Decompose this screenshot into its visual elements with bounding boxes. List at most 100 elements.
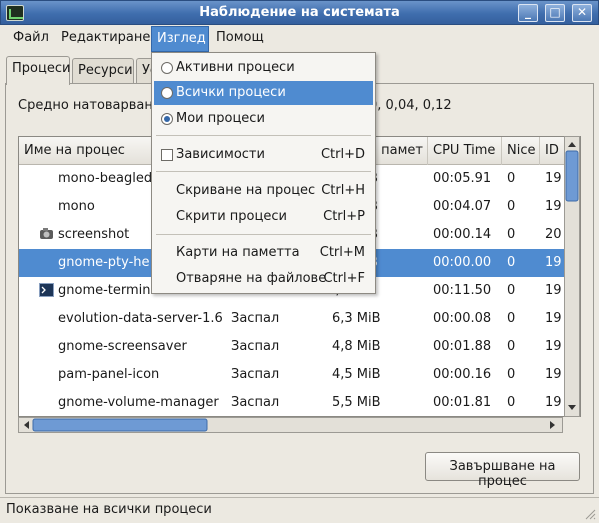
process-cpu-time: 00:01.88 — [433, 339, 492, 354]
menu-item-label: Скриване на процес — [176, 183, 316, 198]
process-id: 19 — [545, 199, 562, 214]
process-id: 19 — [545, 367, 562, 382]
process-id: 20 — [545, 227, 562, 242]
process-cpu-time: 00:00.08 — [433, 311, 492, 326]
menu-item-shortcut: Ctrl+P — [323, 209, 365, 224]
load-average-values: 0, 0,04, 0,12 — [369, 98, 452, 113]
menu-item-open-files[interactable]: Отваряне на файлове Ctrl+F — [154, 267, 373, 291]
radio-all-processes — [161, 87, 173, 99]
process-name: gnome-pty-he — [58, 255, 150, 270]
process-status: Заспал — [231, 339, 280, 354]
horizontal-scrollbar[interactable] — [18, 417, 563, 433]
process-status: Заспал — [231, 311, 280, 326]
radio-my-processes — [161, 113, 173, 125]
status-text: Показване на всички процеси — [6, 502, 212, 517]
resize-grip-icon[interactable] — [584, 508, 596, 520]
menu-item-shortcut: Ctrl+M — [319, 245, 365, 260]
vertical-scrollbar[interactable] — [564, 136, 580, 417]
menu-item-hidden-processes[interactable]: Скрити процеси Ctrl+P — [154, 205, 373, 229]
process-name: evolution-data-server-1.6 — [58, 311, 223, 326]
load-average-label: Средно натоварване — [18, 98, 161, 113]
tab-resources[interactable]: Ресурси — [72, 58, 134, 84]
menu-item-shortcut: Ctrl+F — [323, 271, 365, 286]
process-memory: 6,3 MiB — [332, 311, 381, 326]
window-title: Наблюдение на системата — [199, 5, 400, 20]
col-cpu-time[interactable]: CPU Time — [428, 137, 502, 165]
menu-item-dependencies[interactable]: Зависимости Ctrl+D — [154, 143, 373, 167]
table-row[interactable]: evolution-data-server-1.6 Заспал 6,3 MiB… — [19, 305, 564, 333]
menu-separator — [156, 135, 371, 136]
process-cpu-time: 00:11.50 — [433, 283, 492, 298]
tab-processes[interactable]: Процеси — [6, 56, 70, 85]
menu-bar: Файл Редактиране Изглед Помощ — [0, 26, 599, 52]
horizontal-scrollbar-graphic — [24, 418, 555, 432]
menu-separator — [156, 234, 371, 235]
menu-item-label: Мои процеси — [176, 111, 265, 126]
process-cpu-time: 00:00.14 — [433, 227, 492, 242]
minimize-button[interactable]: _ — [518, 4, 538, 22]
title-bar: Наблюдение на системата _ □ ✕ — [0, 0, 599, 25]
menu-item-active-processes[interactable]: Активни процеси — [154, 56, 373, 80]
col-nice[interactable]: Nice — [502, 137, 540, 165]
process-nice: 0 — [507, 367, 516, 382]
process-id: 19 — [545, 339, 562, 354]
view-menu-dropdown: Активни процеси Всички процеси Мои проце… — [151, 52, 376, 294]
menu-item-label: Активни процеси — [176, 60, 295, 75]
process-id: 19 — [545, 171, 562, 186]
menu-item-my-processes[interactable]: Мои процеси — [154, 107, 373, 131]
process-name: screenshot — [58, 227, 130, 242]
process-nice: 0 — [507, 255, 516, 270]
menu-item-label: Всички процеси — [176, 85, 286, 100]
menu-item-shortcut: Ctrl+D — [320, 147, 365, 162]
process-cpu-time: 00:00.00 — [433, 255, 492, 270]
menu-item-shortcut: Ctrl+H — [321, 183, 365, 198]
menu-item-all-processes[interactable]: Всички процеси — [154, 81, 373, 105]
menu-item-memory-maps[interactable]: Карти на паметта Ctrl+M — [154, 241, 373, 265]
process-nice: 0 — [507, 311, 516, 326]
process-nice: 0 — [507, 339, 516, 354]
process-memory: 4,8 MiB — [332, 339, 381, 354]
table-row[interactable]: gnome-screensaver Заспал 4,8 MiB 00:01.8… — [19, 333, 564, 361]
status-bar: Показване на всички процеси — [0, 497, 599, 523]
process-name: gnome-terminal — [58, 283, 163, 298]
menu-item-label: Скрити процеси — [176, 209, 287, 224]
process-name: gnome-volume-manager — [58, 395, 219, 410]
process-status: Заспал — [231, 395, 280, 410]
process-memory: 5,5 MiB — [332, 395, 381, 410]
process-nice: 0 — [507, 171, 516, 186]
vertical-scrollbar-graphic — [565, 142, 579, 410]
process-nice: 0 — [507, 227, 516, 242]
maximize-button[interactable]: □ — [545, 4, 565, 22]
menu-item-hide-process[interactable]: Скриване на процес Ctrl+H — [154, 179, 373, 203]
menu-view-label: Изглед — [157, 31, 206, 46]
process-cpu-time: 00:05.91 — [433, 171, 492, 186]
screenshot-app-icon — [40, 228, 53, 239]
process-name: gnome-screensaver — [58, 339, 187, 354]
table-row[interactable]: pam-panel-icon Заспал 4,5 MiB 00:00.16 0… — [19, 361, 564, 389]
process-id: 19 — [545, 395, 562, 410]
process-id: 19 — [545, 283, 562, 298]
process-cpu-time: 00:01.81 — [433, 395, 492, 410]
process-memory: 4,5 MiB — [332, 367, 381, 382]
menu-help[interactable]: Помощ — [216, 30, 264, 45]
menu-edit[interactable]: Редактиране — [61, 30, 150, 45]
process-name: pam-panel-icon — [58, 367, 160, 382]
process-name: mono-beagled — [58, 171, 153, 186]
close-button[interactable]: ✕ — [572, 4, 592, 22]
checkbox-dependencies — [161, 149, 173, 161]
process-cpu-time: 00:04.07 — [433, 199, 492, 214]
end-process-button[interactable]: Завършване на процес — [425, 452, 580, 489]
menu-view[interactable]: Изглед — [151, 26, 209, 52]
process-nice: 0 — [507, 283, 516, 298]
terminal-app-icon — [39, 283, 54, 297]
process-nice: 0 — [507, 395, 516, 410]
table-row[interactable]: gnome-volume-manager Заспал 5,5 MiB 00:0… — [19, 389, 564, 416]
radio-active-processes — [161, 62, 173, 74]
process-cpu-time: 00:00.16 — [433, 367, 492, 382]
process-status: Заспал — [231, 367, 280, 382]
menu-file[interactable]: Файл — [13, 30, 49, 45]
process-id: 19 — [545, 311, 562, 326]
process-name: mono — [58, 199, 95, 214]
process-id: 19 — [545, 255, 562, 270]
menu-item-label: Карти на паметта — [176, 245, 300, 260]
